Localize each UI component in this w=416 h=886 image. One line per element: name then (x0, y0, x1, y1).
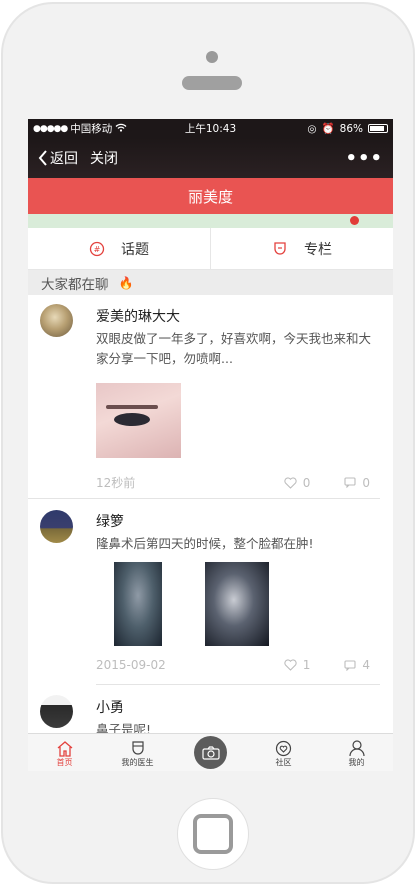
heart-icon (284, 476, 297, 489)
chevron-left-icon (38, 150, 47, 166)
tab-columns-label: 专栏 (304, 241, 332, 258)
comment-button[interactable]: 4 (344, 658, 370, 672)
comment-count: 4 (362, 658, 370, 672)
tab-me-label: 我的 (348, 758, 365, 767)
tab-home-label: 首页 (56, 758, 73, 767)
like-button[interactable]: 0 (284, 475, 311, 490)
flame-icon: 🔥 (118, 275, 134, 290)
page-title: 丽美度 (28, 178, 393, 214)
home-icon (57, 741, 72, 757)
back-button[interactable]: 返回 (38, 148, 78, 168)
svg-text:#: # (94, 245, 101, 254)
home-button-icon (193, 814, 233, 854)
community-icon (275, 740, 292, 757)
like-button[interactable]: 1 (284, 658, 311, 672)
tab-camera[interactable] (174, 734, 247, 771)
profile-icon (348, 740, 365, 757)
tab-my-doctor[interactable]: 我的医生 (101, 734, 174, 771)
category-tabs: # 话题 专栏 (28, 228, 393, 270)
app-screen: ●●●●● 中国移动 上午10:43 ◎ ⏰ 86% 返回 关闭 ••• 丽美度… (28, 119, 393, 771)
post-time: 12秒前 (96, 476, 136, 490)
tab-bar: 首页 我的医生 社区 我的 (28, 733, 393, 771)
comment-icon (344, 659, 356, 671)
post-text: 隆鼻术后第四天的时候，整个脸都在肿! (96, 536, 314, 551)
post-author[interactable]: 绿箩 (96, 511, 124, 531)
column-icon (274, 241, 286, 255)
post-photo[interactable] (96, 383, 181, 458)
post-photo[interactable] (114, 562, 162, 646)
front-camera (206, 51, 218, 63)
battery-icon (368, 124, 388, 133)
avatar[interactable] (40, 304, 73, 337)
avatar[interactable] (40, 695, 73, 728)
post-meta: 2015-09-02 1 4 (96, 658, 380, 672)
like-count: 0 (302, 475, 311, 490)
tab-my-doctor-label: 我的医生 (121, 758, 154, 767)
avatar[interactable] (40, 510, 73, 543)
nav-bar: 返回 关闭 ••• (28, 138, 393, 178)
tab-community[interactable]: 社区 (247, 734, 320, 771)
camera-icon (201, 745, 220, 760)
comment-icon (344, 477, 356, 488)
comment-count: 0 (362, 475, 370, 490)
topic-icon: # (89, 241, 105, 256)
speaker (182, 76, 242, 90)
back-label: 返回 (50, 151, 78, 167)
like-count: 1 (302, 658, 311, 672)
tab-columns[interactable]: 专栏 (211, 228, 393, 269)
tab-home[interactable]: 首页 (28, 734, 101, 771)
clock: 上午10:43 (184, 123, 237, 135)
tab-topics[interactable]: # 话题 (28, 228, 211, 269)
tab-community-label: 社区 (275, 758, 292, 767)
map-pin-icon (350, 216, 359, 225)
close-button[interactable]: 关闭 (90, 148, 118, 168)
tab-me[interactable]: 我的 (320, 734, 393, 771)
post-author[interactable]: 爱美的琳大大 (96, 306, 180, 326)
post-author[interactable]: 小勇 (96, 697, 124, 717)
post-photo[interactable] (205, 562, 269, 646)
section-header: 大家都在聊 🔥 (28, 270, 393, 295)
tab-topics-label: 话题 (121, 241, 149, 258)
post-time: 2015-09-02 (96, 658, 166, 672)
map-strip (28, 214, 393, 228)
heart-icon (284, 659, 297, 671)
post-meta: 12秒前 0 0 (96, 474, 380, 491)
comment-button[interactable]: 0 (344, 476, 370, 490)
status-bar: ●●●●● 中国移动 上午10:43 ◎ ⏰ 86% (28, 119, 393, 138)
camera-button[interactable] (194, 736, 227, 769)
post-item[interactable]: 爱美的琳大大 双眼皮做了一年多了，好喜欢啊，今天我也来和大家分享一下吧，勿喷啊.… (28, 295, 380, 499)
doctor-icon (131, 741, 144, 755)
post-item[interactable]: 绿箩 隆鼻术后第四天的时候，整个脸都在肿! 2015-09-02 1 4 (40, 499, 380, 685)
section-title: 大家都在聊 (41, 276, 109, 293)
more-options-icon[interactable]: ••• (345, 148, 383, 169)
post-text: 双眼皮做了一年多了，好喜欢啊，今天我也来和大家分享一下吧，勿喷啊... (96, 331, 372, 366)
